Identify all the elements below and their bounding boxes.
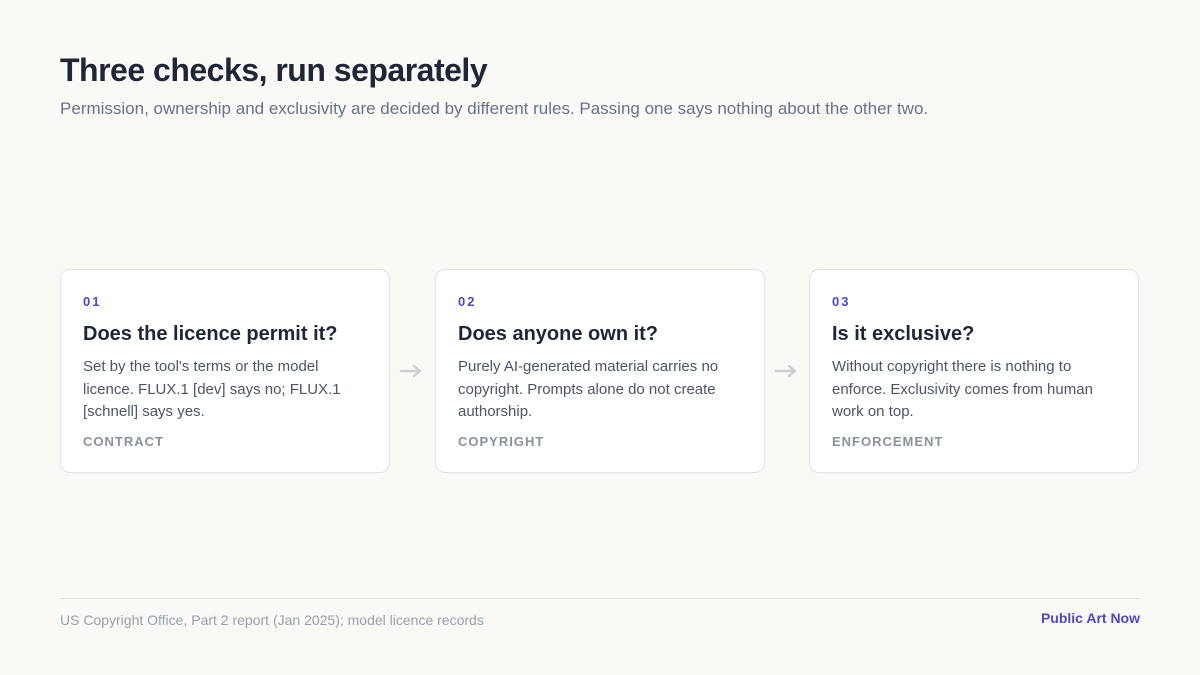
source-note: US Copyright Office, Part 2 report (Jan … — [60, 612, 484, 628]
header: Three checks, run separately Permission,… — [60, 50, 960, 121]
step-title: Is it exclusive? — [832, 323, 975, 345]
step-title: Does the licence permit it? — [83, 323, 338, 345]
step-tag: CONTRACT — [83, 434, 164, 449]
step-description: Set by the tool's terms or the model lic… — [83, 358, 341, 420]
step-number: 02 — [458, 294, 477, 309]
arrow-right-icon — [774, 360, 800, 382]
arrow-right-icon — [399, 360, 425, 382]
step-title: Does anyone own it? — [458, 323, 659, 345]
step-number: 03 — [832, 294, 851, 309]
page-subtitle: Permission, ownership and exclusivity ar… — [60, 99, 929, 118]
brand-logo: Public Art Now — [1040, 610, 1140, 626]
footer-divider — [60, 598, 1140, 599]
step-tag: ENFORCEMENT — [832, 434, 944, 449]
step-card-licence: 01 Does the licence permit it? Set by th… — [60, 269, 390, 473]
page-title: Three checks, run separately — [60, 52, 488, 88]
step-description: Purely AI-generated material carries no … — [458, 358, 719, 420]
step-card-exclusivity: 03 Is it exclusive? Without copyright th… — [809, 269, 1139, 473]
step-description: Without copyright there is nothing to en… — [832, 358, 1093, 420]
step-tag: COPYRIGHT — [458, 434, 545, 449]
step-card-ownership: 02 Does anyone own it? Purely AI-generat… — [435, 269, 765, 473]
steps-flow: 01 Does the licence permit it? Set by th… — [60, 269, 1140, 474]
step-number: 01 — [83, 294, 102, 309]
